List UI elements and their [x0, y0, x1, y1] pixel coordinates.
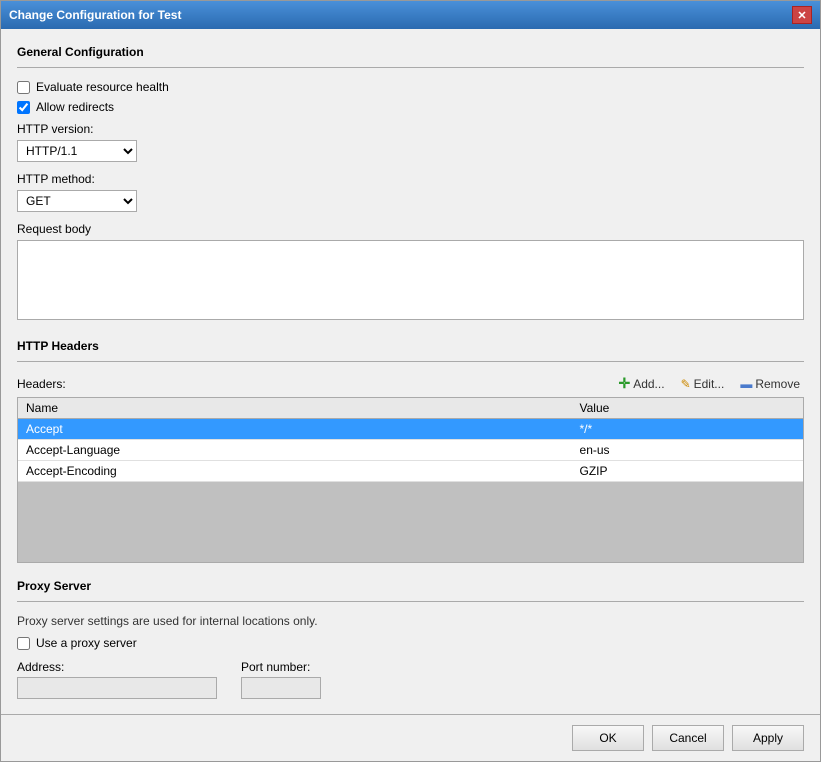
header-value-cell: */*: [572, 419, 803, 440]
titlebar: Change Configuration for Test ✕: [1, 1, 820, 29]
table-empty-area: [18, 482, 803, 562]
separator-headers: [17, 361, 804, 362]
headers-table-wrapper: Name Value Accept*/*Accept-Languageen-us…: [17, 397, 804, 563]
header-name-cell: Accept-Encoding: [18, 461, 572, 482]
remove-icon: ▬: [740, 377, 752, 391]
port-label: Port number:: [241, 660, 321, 674]
evaluate-resource-health-checkbox[interactable]: [17, 81, 30, 94]
content-area: General Configuration Evaluate resource …: [1, 29, 820, 761]
table-row[interactable]: Accept-Languageen-us: [18, 440, 803, 461]
port-input[interactable]: [241, 677, 321, 699]
add-header-button[interactable]: ✛ Add...: [614, 374, 668, 393]
table-row[interactable]: Accept-EncodingGZIP: [18, 461, 803, 482]
header-value-cell: en-us: [572, 440, 803, 461]
proxy-fields: Address: Port number:: [17, 660, 804, 699]
address-label: Address:: [17, 660, 217, 674]
separator-proxy: [17, 601, 804, 602]
use-proxy-label: Use a proxy server: [36, 636, 137, 650]
address-group: Address:: [17, 660, 217, 699]
proxy-description: Proxy server settings are used for inter…: [17, 614, 804, 628]
table-header-row: Name Value: [18, 398, 803, 419]
http-method-label: HTTP method:: [17, 172, 804, 186]
http-headers-section: HTTP Headers Headers: ✛ Add... ✎ Edit...…: [17, 339, 804, 563]
allow-redirects-label: Allow redirects: [36, 100, 114, 114]
table-row[interactable]: Accept*/*: [18, 419, 803, 440]
general-config-title: General Configuration: [17, 45, 804, 59]
headers-label: Headers:: [17, 377, 66, 391]
col-name-header: Name: [18, 398, 572, 419]
header-name-cell: Accept: [18, 419, 572, 440]
proxy-server-section: Proxy Server Proxy server settings are u…: [17, 579, 804, 699]
cancel-button[interactable]: Cancel: [652, 725, 724, 751]
separator-general: [17, 67, 804, 68]
window-title: Change Configuration for Test: [9, 8, 181, 22]
evaluate-resource-health-row: Evaluate resource health: [17, 80, 804, 94]
request-body-textarea[interactable]: [17, 240, 804, 320]
remove-header-button[interactable]: ▬ Remove: [736, 376, 804, 392]
allow-redirects-row: Allow redirects: [17, 100, 804, 114]
general-config-section: General Configuration Evaluate resource …: [17, 45, 804, 323]
apply-button[interactable]: Apply: [732, 725, 804, 751]
port-group: Port number:: [241, 660, 321, 699]
headers-toolbar: Headers: ✛ Add... ✎ Edit... ▬ Remove: [17, 374, 804, 393]
headers-table: Name Value Accept*/*Accept-Languageen-us…: [18, 398, 803, 482]
use-proxy-row: Use a proxy server: [17, 636, 804, 650]
request-body-label: Request body: [17, 222, 804, 236]
use-proxy-checkbox[interactable]: [17, 637, 30, 650]
address-input[interactable]: [17, 677, 217, 699]
header-name-cell: Accept-Language: [18, 440, 572, 461]
dialog-window: Change Configuration for Test ✕ General …: [0, 0, 821, 762]
http-version-select[interactable]: HTTP/1.1 HTTP/1.0 HTTP/2: [17, 140, 137, 162]
bottom-bar: OK Cancel Apply: [1, 714, 820, 761]
evaluate-resource-health-label: Evaluate resource health: [36, 80, 169, 94]
ok-button[interactable]: OK: [572, 725, 644, 751]
col-value-header: Value: [572, 398, 803, 419]
proxy-server-title: Proxy Server: [17, 579, 804, 593]
http-version-label: HTTP version:: [17, 122, 804, 136]
scroll-area[interactable]: General Configuration Evaluate resource …: [1, 29, 820, 714]
header-value-cell: GZIP: [572, 461, 803, 482]
http-headers-title: HTTP Headers: [17, 339, 804, 353]
allow-redirects-checkbox[interactable]: [17, 101, 30, 114]
add-icon: ✛: [618, 375, 630, 392]
edit-icon: ✎: [681, 377, 691, 391]
http-method-select[interactable]: GET POST PUT DELETE HEAD OPTIONS: [17, 190, 137, 212]
close-button[interactable]: ✕: [792, 6, 812, 24]
edit-header-button[interactable]: ✎ Edit...: [677, 376, 729, 392]
